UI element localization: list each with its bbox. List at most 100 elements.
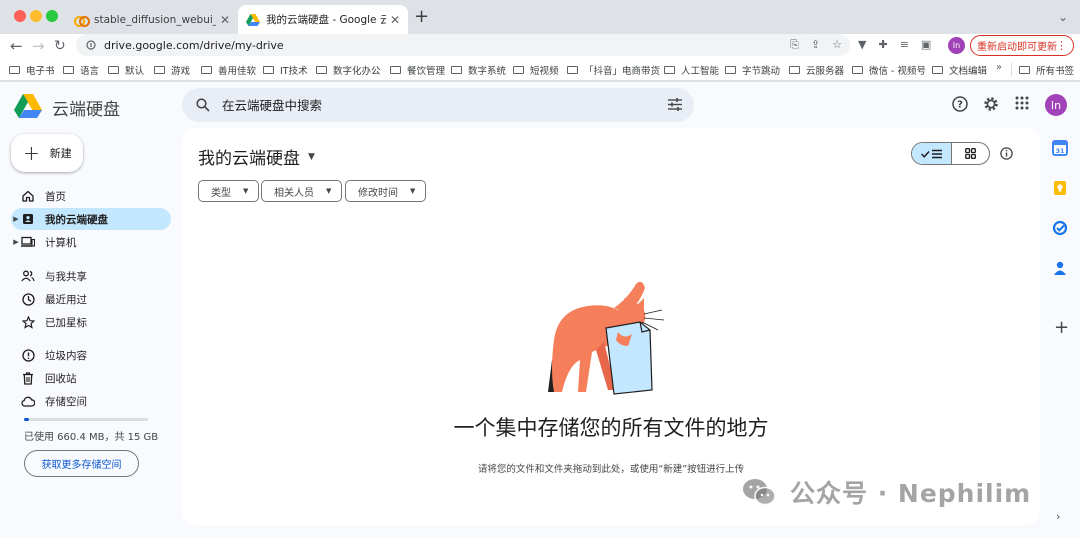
svg-text:?: ? (957, 100, 963, 111)
bookmark-folder[interactable]: 短视频 (513, 63, 559, 77)
all-bookmarks-button[interactable]: 所有书签 (1019, 63, 1074, 77)
sidebar-item-trash[interactable]: 回收站 (11, 367, 171, 389)
side-panel-icon[interactable]: ▣ (921, 38, 931, 51)
gear-icon[interactable] (983, 96, 999, 112)
filter-people-chip[interactable]: 相关人员 ▼ (261, 180, 343, 202)
my-drive-icon (21, 212, 35, 226)
share-icon[interactable]: ⇪ (811, 38, 820, 52)
search-icon[interactable] (196, 98, 210, 112)
folder-icon (789, 66, 800, 74)
bookmark-folder[interactable]: 善用佳软 (201, 63, 256, 77)
account-avatar[interactable]: In (1045, 94, 1067, 116)
contacts-icon[interactable] (1052, 260, 1068, 276)
cloud-icon (21, 394, 35, 408)
new-tab-button[interactable]: + (414, 8, 429, 26)
media-control-icon[interactable]: ≡ (900, 38, 909, 51)
bookmark-folder[interactable]: 数字系统 (451, 63, 506, 77)
back-arrow-icon[interactable]: ← (10, 37, 23, 55)
watermark-text: 公众号 · Nephilim (790, 479, 1032, 508)
folder-icon (513, 66, 524, 74)
browser-profile-avatar[interactable]: In (948, 37, 965, 54)
bookmark-folder[interactable]: 数字化办公 (316, 63, 381, 77)
sidebar-item-home[interactable]: 首页 (11, 185, 171, 207)
divider (1011, 63, 1012, 76)
search-input[interactable] (222, 94, 642, 116)
get-addons-plus-icon[interactable]: + (1054, 319, 1069, 337)
bookmark-folder[interactable]: 餐饮管理 (390, 63, 445, 77)
sidebar-item-shared[interactable]: 与我共享 (11, 265, 171, 287)
apps-grid-icon[interactable] (1015, 96, 1029, 110)
caret-down-icon: ▼ (243, 187, 249, 195)
tasks-icon[interactable] (1052, 220, 1068, 236)
bookmark-folder[interactable]: 文档编辑 (932, 63, 987, 77)
minimize-window-button[interactable] (30, 10, 42, 22)
chevron-right-icon[interactable]: › (1056, 510, 1060, 523)
folder-icon (63, 66, 74, 74)
reload-icon[interactable]: ↻ (54, 37, 66, 55)
bookmark-folder[interactable]: 电子书 (9, 63, 55, 77)
folder-icon (664, 66, 675, 74)
bookmark-folder[interactable]: 语言 (63, 63, 99, 77)
update-button[interactable]: 重新启动即可更新 ⋮ (970, 35, 1074, 56)
browser-tab-bar: stable_diffusion_webui_colab ✕ 我的云端硬盘 - … (0, 0, 1080, 34)
maximize-window-button[interactable] (46, 10, 58, 22)
bookmark-folder[interactable]: 「抖音」电商带货 (567, 63, 660, 77)
bookmark-star-icon[interactable]: ☆ (832, 38, 842, 52)
puzzle-icon[interactable]: ✚ (878, 38, 887, 51)
install-app-icon[interactable]: ⎘ (790, 38, 799, 52)
drive-app: 云端硬盘 ? In + 新建 (0, 82, 1080, 537)
bookmark-folder[interactable]: 游戏 (154, 63, 190, 77)
filter-type-chip[interactable]: 类型 ▼ (198, 180, 260, 202)
info-icon[interactable] (1000, 147, 1013, 160)
plus-icon: + (23, 141, 40, 165)
close-icon[interactable]: ✕ (220, 13, 230, 27)
bookmark-folder[interactable]: 微信 - 视频号 (852, 63, 926, 77)
folder-icon (567, 66, 578, 74)
grid-view-button[interactable] (952, 143, 989, 164)
address-bar[interactable]: drive.google.com/drive/my-drive ⎘ ⇪ ☆ (76, 34, 850, 56)
calendar-icon[interactable]: 31 (1052, 140, 1068, 156)
extension-v-icon[interactable]: ▼ (858, 38, 866, 51)
list-view-button[interactable] (912, 143, 952, 164)
keep-icon[interactable] (1052, 180, 1068, 196)
search-options-icon[interactable] (668, 98, 682, 111)
grid-icon (965, 148, 976, 159)
storage-progress-bar (24, 418, 148, 421)
bookmark-folder[interactable]: IT技术 (263, 63, 308, 77)
help-icon[interactable]: ? (952, 96, 968, 112)
bookmark-folder[interactable]: 云服务器 (789, 63, 844, 77)
update-label: 重新启动即可更新 (977, 42, 1057, 53)
bookmark-folder[interactable]: 字节跳动 (725, 63, 780, 77)
page-title[interactable]: 我的云端硬盘 ▼ (198, 144, 315, 169)
drive-logo-text[interactable]: 云端硬盘 (52, 95, 120, 120)
spam-icon (21, 348, 35, 362)
close-window-button[interactable] (14, 10, 26, 22)
bookmark-folder[interactable]: 人工智能 (664, 63, 719, 77)
folder-icon (725, 66, 736, 74)
tab-colab[interactable]: stable_diffusion_webui_colab ✕ (66, 5, 238, 34)
folder-icon (9, 66, 20, 74)
sidebar-item-storage[interactable]: 存储空间 (11, 390, 171, 412)
get-more-storage-button[interactable]: 获取更多存储空间 (24, 450, 139, 477)
caret-down-icon: ▼ (308, 151, 315, 162)
bookmarks-overflow-button[interactable]: » (996, 62, 1002, 73)
site-info-icon[interactable] (86, 40, 96, 50)
trash-icon (21, 371, 35, 385)
close-icon[interactable]: ✕ (390, 13, 400, 27)
drive-logo-icon[interactable] (14, 93, 42, 119)
sidebar-item-spam[interactable]: 垃圾内容 (11, 344, 171, 366)
tab-drive[interactable]: 我的云端硬盘 - Google 云端硬盘 ✕ (238, 5, 408, 34)
sidebar-item-starred[interactable]: 已加星标 (11, 311, 171, 333)
new-button[interactable]: + 新建 (11, 134, 83, 172)
sidebar-item-computers[interactable]: ▶ 计算机 (11, 231, 171, 253)
forward-arrow-icon[interactable]: → (32, 37, 45, 55)
sidebar-item-recent[interactable]: 最近用过 (11, 288, 171, 310)
caret-right-icon[interactable]: ▶ (11, 238, 21, 246)
sidebar-item-my-drive[interactable]: ▶ 我的云端硬盘 (11, 208, 171, 230)
search-bar[interactable] (182, 88, 694, 122)
caret-right-icon[interactable]: ▶ (11, 215, 21, 223)
chevron-down-icon[interactable]: ⌄ (1058, 10, 1068, 24)
bookmark-folder[interactable]: 默认 (108, 63, 144, 77)
filter-modified-chip[interactable]: 修改时间 ▼ (345, 180, 427, 202)
wechat-logo-icon (743, 479, 776, 506)
